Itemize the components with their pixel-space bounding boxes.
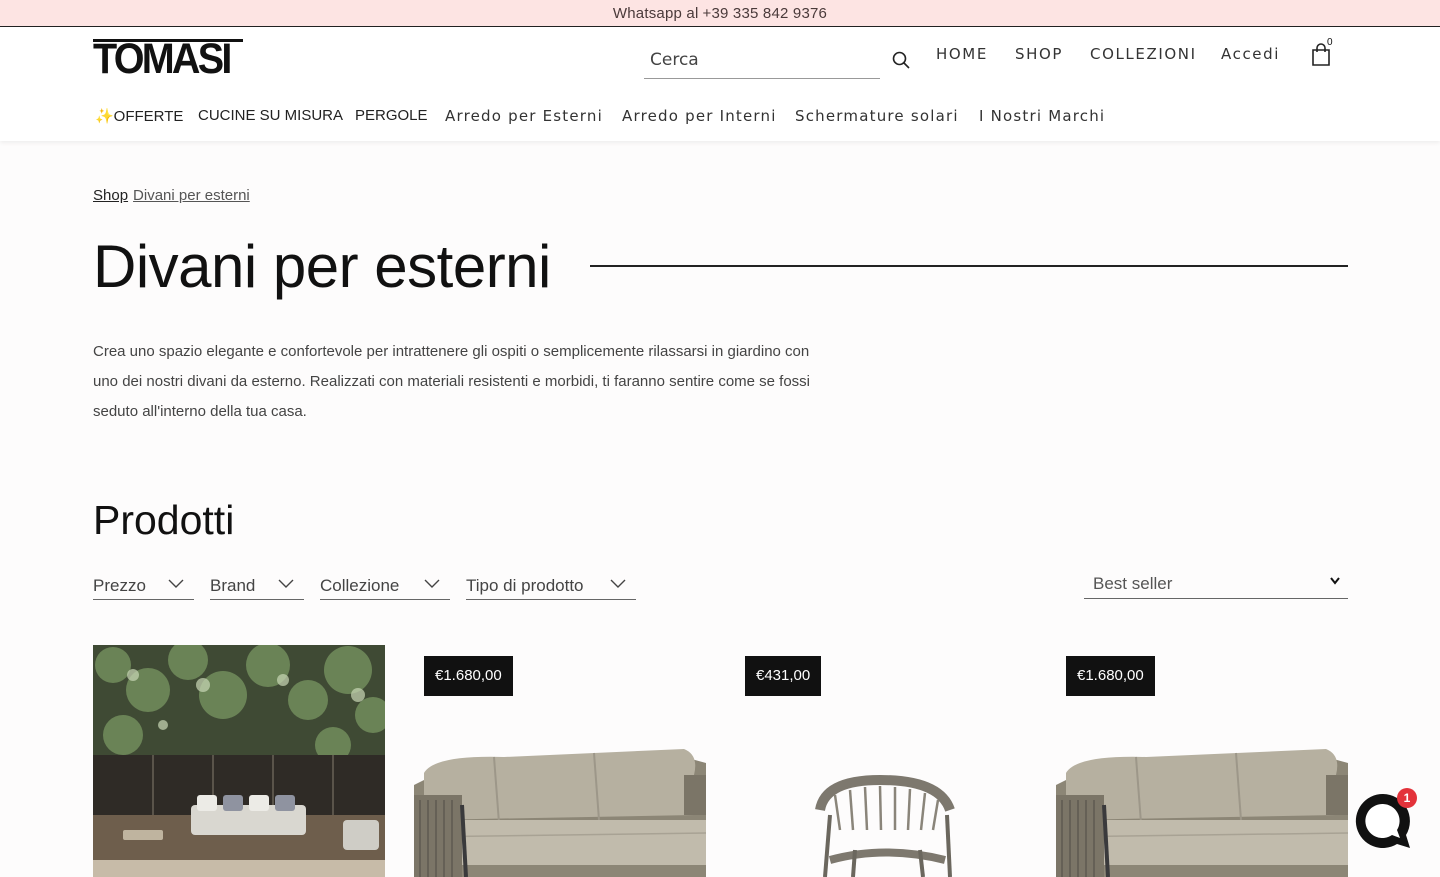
filter-label: Tipo di prodotto xyxy=(466,575,584,595)
price-badge: €431,00 xyxy=(745,656,822,696)
price-badge: €1.680,00 xyxy=(424,656,513,696)
chevron-down-icon xyxy=(278,579,294,588)
announcement-prefix: Whatsapp al xyxy=(612,4,699,22)
tomasi-logo[interactable]: TOMASI xyxy=(93,35,243,83)
chevron-down-icon xyxy=(168,579,184,588)
search-box xyxy=(644,41,880,79)
filter-brand[interactable]: Brand xyxy=(210,572,304,600)
price-badge: €1.680,00 xyxy=(1066,656,1155,696)
chat-notification-badge: 1 xyxy=(1397,788,1417,808)
filter-prezzo[interactable]: Prezzo xyxy=(93,572,194,600)
whatsapp-phone-link[interactable]: +39 335 842 9376 xyxy=(703,5,828,22)
breadcrumb: Shop Divani per esterni xyxy=(93,187,255,204)
category-offerte[interactable]: ✨OFFERTE xyxy=(95,107,183,125)
logo-text: TOMASI xyxy=(93,35,232,83)
filter-label: Prezzo xyxy=(93,575,146,595)
product-card[interactable]: €1.680,00 xyxy=(414,645,706,877)
filter-label: Brand xyxy=(210,575,256,595)
category-schermature-solari[interactable]: Schermature solari xyxy=(795,107,959,125)
caret-down-icon xyxy=(1330,577,1340,585)
sort-select[interactable]: Best seller xyxy=(1084,570,1348,599)
search-icon[interactable] xyxy=(891,50,911,70)
breadcrumb-current[interactable]: Divani per esterni xyxy=(133,187,250,204)
sort-selected-value: Best seller xyxy=(1093,574,1173,593)
cart-count: 0 xyxy=(1327,37,1333,48)
nav-accedi[interactable]: Accedi xyxy=(1221,45,1280,63)
search-input[interactable] xyxy=(644,41,880,79)
collection-banner-card[interactable] xyxy=(93,645,385,877)
category-cucine-su-misura[interactable]: CUCINE SU MISURA xyxy=(198,107,343,124)
filter-tipo-prodotto[interactable]: Tipo di prodotto xyxy=(466,572,636,600)
breadcrumb-shop[interactable]: Shop xyxy=(93,187,128,204)
nav-collezioni[interactable]: COLLEZIONI xyxy=(1090,45,1197,63)
category-description: Crea uno spazio elegante e confortevole … xyxy=(93,343,811,420)
product-card[interactable]: €431,00 xyxy=(735,645,1027,877)
nav-shop[interactable]: SHOP xyxy=(1015,45,1063,63)
filter-collezione[interactable]: Collezione xyxy=(320,572,450,600)
category-arredo-interni[interactable]: Arredo per Interni xyxy=(622,107,777,125)
page-title: Divani per esterni xyxy=(93,233,551,300)
products-heading: Prodotti xyxy=(93,497,235,543)
product-card[interactable]: €1.680,00 xyxy=(1056,645,1348,877)
announcement-bar: Whatsapp al +39 335 842 9376 xyxy=(0,0,1440,27)
category-arredo-esterni[interactable]: Arredo per Esterni xyxy=(445,107,603,125)
site-header: TOMASI HOME SHOP COLLEZIONI Accedi 0 ✨OF… xyxy=(0,27,1440,141)
filter-label: Collezione xyxy=(320,575,400,595)
nav-home[interactable]: HOME xyxy=(936,45,988,63)
chevron-down-icon xyxy=(424,579,440,588)
category-nostri-marchi[interactable]: I Nostri Marchi xyxy=(979,107,1105,125)
chevron-down-icon xyxy=(610,579,626,588)
title-divider xyxy=(590,265,1348,267)
outdoor-lounge-image xyxy=(93,645,385,877)
category-pergole[interactable]: PERGOLE xyxy=(355,107,428,124)
